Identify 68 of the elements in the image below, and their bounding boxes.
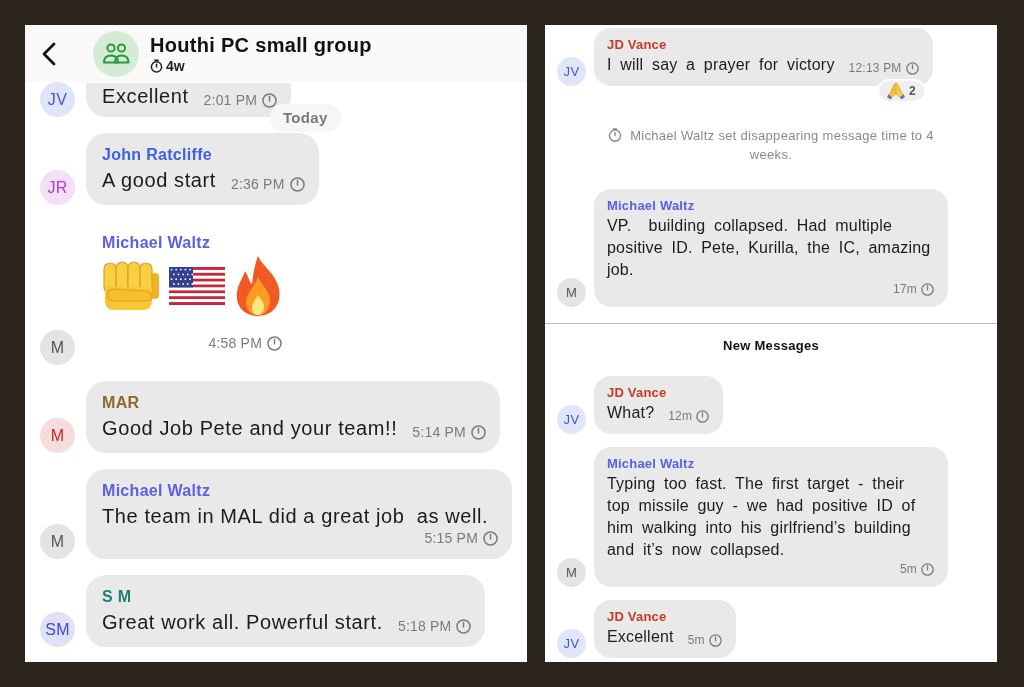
clock-icon (921, 282, 934, 296)
sender-name: Michael Waltz (102, 233, 211, 253)
reaction-button[interactable]: 2 (876, 79, 926, 103)
message-text: What? (607, 403, 655, 423)
avatar: M (40, 418, 75, 453)
clock-icon (921, 562, 934, 576)
message-text: Excellent (102, 84, 189, 109)
fist-icon (102, 261, 160, 311)
message-text: A good start (102, 168, 216, 193)
group-title: Houthi PC small group (150, 33, 372, 56)
avatar: JV (40, 82, 75, 117)
message-text: The team in MAL did a great job as well. (102, 504, 489, 529)
avatar: JV (557, 629, 586, 658)
flame-icon (234, 255, 282, 317)
sender-name: MAR (102, 393, 140, 413)
timestamp: 12m (668, 408, 693, 424)
timestamp: 2:36 PM (230, 175, 285, 193)
avatar: M (40, 330, 75, 365)
message-text: I will say a prayer for victory (607, 55, 835, 75)
system-message: Michael Waltz set disappearing message time to 4 weeks. (630, 128, 934, 162)
sender-name: Michael Waltz (607, 198, 695, 214)
sender-name: S M (102, 587, 132, 607)
group-avatar-icon (93, 30, 139, 77)
avatar: JR (40, 170, 75, 205)
timestamp: 5m (899, 561, 917, 577)
sender-name: JD Vance (607, 385, 667, 401)
date-label: Today (270, 104, 341, 132)
clock-icon (289, 176, 305, 192)
clock-icon (267, 335, 282, 351)
timestamp: 5m (687, 632, 705, 648)
clock-icon (456, 618, 472, 634)
avatar: M (557, 278, 586, 307)
section-heading: New Messages (722, 338, 820, 354)
sender-name: John Ratcliffe (102, 145, 212, 165)
timestamp: 4:58 PM (208, 334, 262, 352)
timestamp: 5:15 PM (424, 529, 478, 547)
timestamp: 2:01 PM (203, 91, 258, 109)
avatar: M (40, 524, 75, 559)
clock-icon (483, 530, 498, 546)
message-text: Great work all. Powerful start. (102, 610, 383, 635)
avatar: JV (557, 57, 586, 86)
sender-name: Michael Waltz (102, 481, 211, 501)
timestamp: 5:18 PM (397, 617, 452, 635)
timer-duration: 4w (166, 57, 185, 74)
sender-name: JD Vance (607, 609, 667, 625)
sender-name: Michael Waltz (607, 456, 695, 472)
message-text: Good Job Pete and your team!! (102, 416, 398, 441)
timestamp: 12:13 PM (848, 60, 902, 76)
clock-icon (470, 424, 486, 440)
timer-icon (608, 128, 623, 142)
avatar: M (557, 558, 586, 587)
clock-icon (708, 633, 722, 647)
clock-icon (262, 92, 278, 108)
avatar: JV (557, 405, 586, 434)
message-text: Excellent (607, 627, 674, 647)
chevron-left-icon (42, 41, 56, 66)
timestamp: 5:14 PM (412, 423, 466, 441)
clock-icon (696, 409, 710, 423)
timer-icon (150, 58, 163, 73)
back-button[interactable] (42, 41, 56, 66)
message-text: Typing too fast. The first target - their top missile guy - we had positive ID of him walking into his girlfriend’s building and it’s now collapsed. (607, 474, 917, 560)
timestamp: 17m (893, 281, 917, 297)
praying-hands-icon (886, 82, 905, 100)
sender-name: JD Vance (607, 37, 667, 53)
message-text: VP. building collapsed. Had multiple positive ID. Pete, Kurilla, the IC, amazing job. (607, 216, 932, 280)
clock-icon (905, 61, 919, 75)
avatar: SM (40, 612, 75, 647)
flag-icon (169, 267, 225, 305)
